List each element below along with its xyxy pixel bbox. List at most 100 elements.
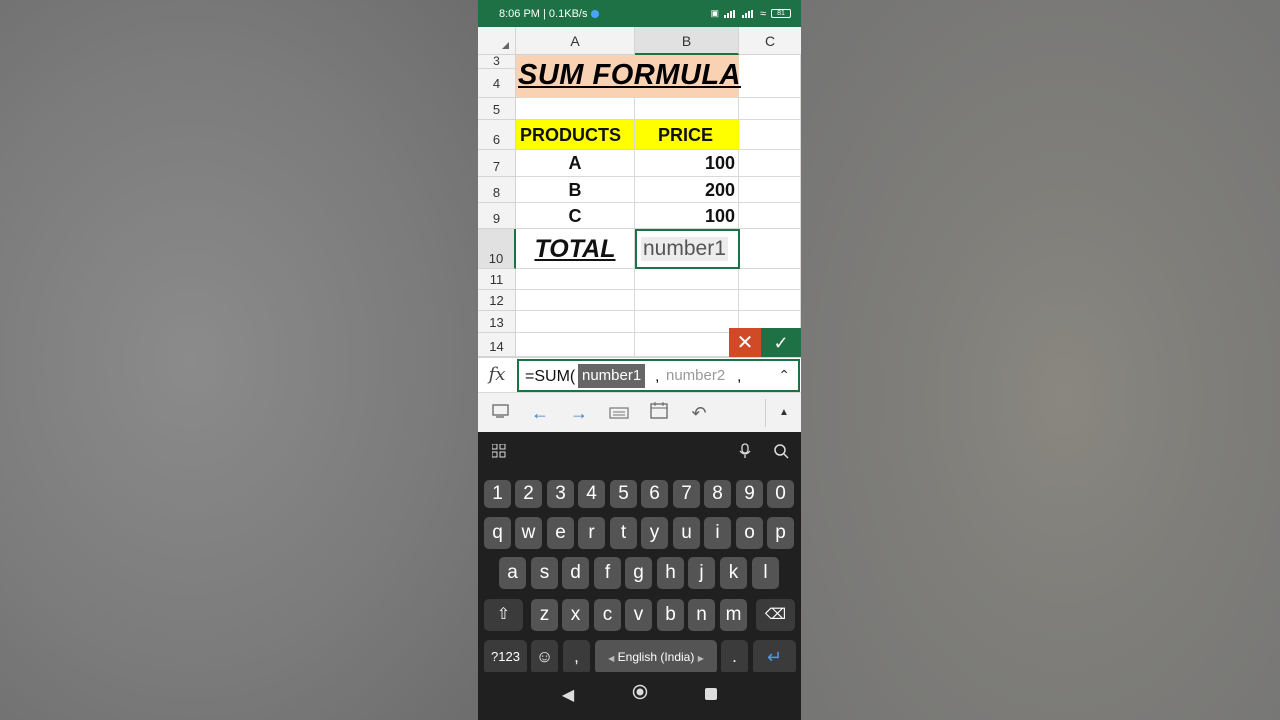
row-header[interactable]: 13 <box>478 311 516 333</box>
formula-input[interactable]: =SUM( number1 , number2 , ⌃ <box>517 359 800 392</box>
product-cell[interactable]: C <box>516 203 635 229</box>
header-products[interactable]: PRODUCTS <box>516 120 635 150</box>
row-header[interactable]: 12 <box>478 290 516 311</box>
row-header[interactable]: 5 <box>478 98 516 120</box>
toolbar-expand-icon[interactable]: ▲ <box>770 399 798 427</box>
key[interactable]: 5 <box>610 480 637 508</box>
product-cell[interactable]: B <box>516 177 635 203</box>
row-header[interactable]: 11 <box>478 269 516 290</box>
cell-b11[interactable] <box>635 269 739 290</box>
key[interactable]: y <box>641 517 668 549</box>
key[interactable]: 9 <box>736 480 763 508</box>
column-b-header[interactable]: B <box>635 27 739 55</box>
key[interactable]: g <box>625 557 652 589</box>
key[interactable]: m <box>720 599 747 631</box>
undo-icon[interactable]: ↶ <box>685 399 713 427</box>
cell-b5[interactable] <box>635 98 739 120</box>
key[interactable]: r <box>578 517 605 549</box>
column-c-header[interactable]: C <box>739 27 801 55</box>
select-all-corner[interactable] <box>478 27 516 55</box>
cell-a12[interactable] <box>516 290 635 311</box>
back-icon[interactable]: ◀ <box>556 684 580 708</box>
cell-c8[interactable] <box>739 177 801 203</box>
key[interactable]: d <box>562 557 589 589</box>
key[interactable]: f <box>594 557 621 589</box>
active-cell-b10[interactable]: number1 <box>635 229 740 269</box>
key[interactable]: u <box>673 517 700 549</box>
row-header[interactable]: 10 <box>478 229 516 269</box>
key[interactable]: 6 <box>641 480 668 508</box>
price-cell[interactable]: 100 <box>635 203 739 229</box>
cell-c11[interactable] <box>739 269 801 290</box>
key[interactable]: h <box>657 557 684 589</box>
space-key[interactable]: ◀ English (India) ▶ <box>595 640 717 674</box>
cell-c9[interactable] <box>739 203 801 229</box>
sheet-view-icon[interactable] <box>487 399 515 427</box>
formula-arg-number2[interactable]: number2 <box>666 364 725 388</box>
enter-key[interactable]: ↵ <box>753 640 796 674</box>
microphone-icon[interactable] <box>738 443 752 464</box>
row-header[interactable]: 3 <box>478 55 516 69</box>
arrow-right-icon[interactable]: → <box>565 399 593 427</box>
cell-b13[interactable] <box>635 311 739 333</box>
cell-c7[interactable] <box>739 150 801 177</box>
backspace-key[interactable]: ⌫ <box>756 599 795 631</box>
apps-grid-icon[interactable] <box>491 443 506 463</box>
recents-icon[interactable] <box>699 684 723 708</box>
emoji-key[interactable]: ☺ <box>531 640 558 674</box>
cancel-button[interactable]: ✕ <box>729 328 761 357</box>
cell-c5[interactable] <box>739 98 801 120</box>
cell-a5[interactable] <box>516 98 635 120</box>
key[interactable]: 3 <box>547 480 574 508</box>
cell-c4[interactable] <box>739 55 801 98</box>
calendar-icon[interactable] <box>645 399 673 427</box>
key[interactable]: z <box>531 599 558 631</box>
total-label[interactable]: TOTAL <box>516 229 635 269</box>
cell-a11[interactable] <box>516 269 635 290</box>
product-cell[interactable]: A <box>516 150 635 177</box>
key[interactable]: w <box>515 517 542 549</box>
key[interactable]: i <box>704 517 731 549</box>
arrow-left-icon[interactable]: ← <box>526 399 554 427</box>
cell-b12[interactable] <box>635 290 739 311</box>
header-price[interactable]: PRICE <box>635 120 739 150</box>
key[interactable]: x <box>562 599 589 631</box>
function-icon[interactable]: fx <box>478 358 516 393</box>
price-cell[interactable]: 200 <box>635 177 739 203</box>
period-key[interactable]: . <box>721 640 748 674</box>
key[interactable]: j <box>688 557 715 589</box>
key[interactable]: v <box>625 599 652 631</box>
chevron-up-icon[interactable]: ⌃ <box>778 367 790 384</box>
row-header[interactable]: 4 <box>478 69 516 98</box>
key[interactable]: b <box>657 599 684 631</box>
key[interactable]: e <box>547 517 574 549</box>
key[interactable]: q <box>484 517 511 549</box>
price-cell[interactable]: 100 <box>635 150 739 177</box>
row-header[interactable]: 8 <box>478 177 516 203</box>
cell-c10[interactable] <box>739 229 801 269</box>
key[interactable]: 1 <box>484 480 511 508</box>
keyboard-numeric-icon[interactable] <box>605 399 633 427</box>
key[interactable]: 2 <box>515 480 542 508</box>
search-icon[interactable] <box>773 443 789 464</box>
comma-key[interactable]: , <box>563 640 590 674</box>
key[interactable]: c <box>594 599 621 631</box>
key[interactable]: l <box>752 557 779 589</box>
cell-c6[interactable] <box>739 120 801 150</box>
key[interactable]: o <box>736 517 763 549</box>
key[interactable]: t <box>610 517 637 549</box>
key[interactable]: 4 <box>578 480 605 508</box>
cell-b14[interactable] <box>635 333 739 357</box>
column-a-header[interactable]: A <box>516 27 635 55</box>
key[interactable]: 8 <box>704 480 731 508</box>
key[interactable]: k <box>720 557 747 589</box>
key[interactable]: p <box>767 517 794 549</box>
confirm-button[interactable]: ✓ <box>761 328 801 357</box>
cell-a14[interactable] <box>516 333 635 357</box>
home-icon[interactable] <box>628 684 652 708</box>
row-header[interactable]: 14 <box>478 333 516 357</box>
row-header[interactable]: 6 <box>478 120 516 150</box>
key[interactable]: 7 <box>673 480 700 508</box>
cell-a13[interactable] <box>516 311 635 333</box>
symbols-key[interactable]: ?123 <box>484 640 527 674</box>
